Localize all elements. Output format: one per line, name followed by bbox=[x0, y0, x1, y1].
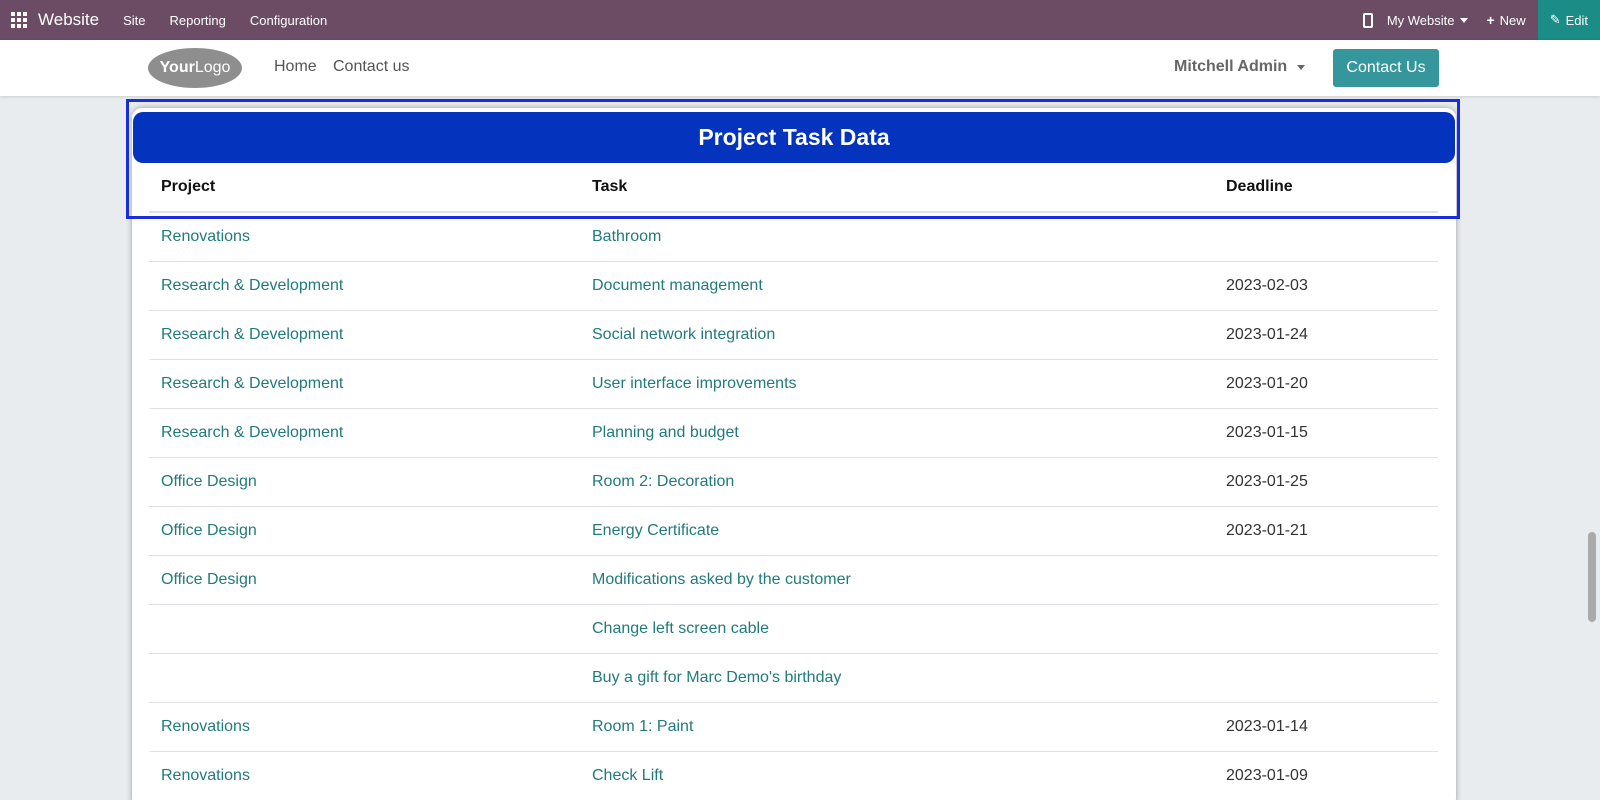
deadline-cell: 2023-01-20 bbox=[1214, 359, 1438, 409]
menu-site[interactable]: Site bbox=[111, 13, 157, 28]
task-cell[interactable]: Room 1: Paint bbox=[580, 702, 1214, 752]
project-cell[interactable]: Research & Development bbox=[149, 408, 580, 458]
contact-us-button[interactable]: Contact Us bbox=[1333, 49, 1439, 87]
project-cell[interactable]: Renovations bbox=[149, 212, 580, 262]
page-scrollbar[interactable] bbox=[1588, 532, 1596, 622]
table-row: Change left screen cable bbox=[149, 604, 1438, 654]
table-row: Research & Development User interface imp… bbox=[149, 359, 1438, 409]
task-cell[interactable]: Room 2: Decoration bbox=[580, 457, 1214, 507]
website-selector[interactable]: My Website bbox=[1387, 13, 1469, 28]
project-cell[interactable]: Office Design bbox=[149, 506, 580, 556]
plus-icon: + bbox=[1486, 12, 1495, 28]
task-table: Project Task Deadline Renovations Bathroo… bbox=[149, 163, 1438, 800]
project-cell bbox=[149, 604, 580, 654]
project-cell[interactable]: Research & Development bbox=[149, 310, 580, 360]
table-row: Office Design Energy Certificate 2023-01-2… bbox=[149, 506, 1438, 556]
deadline-cell bbox=[1214, 604, 1438, 654]
table-row: Office Design Room 2: Decoration 2023-01-2… bbox=[149, 457, 1438, 507]
deadline-cell: 2023-02-03 bbox=[1214, 261, 1438, 311]
card-title: Project Task Data bbox=[133, 112, 1455, 163]
table-row: Research & Development Social network int… bbox=[149, 310, 1438, 360]
column-header-deadline: Deadline bbox=[1214, 163, 1438, 213]
task-cell[interactable]: Modifications asked by the customer bbox=[580, 555, 1214, 605]
logo-text-bold: Your bbox=[159, 59, 195, 76]
project-task-card: Project Task Data Project Task Deadline … bbox=[132, 108, 1456, 800]
website-header: Your Logo Home Contact us Mitchell Admin … bbox=[0, 40, 1600, 96]
table-row: Research & Development Planning and budge… bbox=[149, 408, 1438, 458]
task-cell[interactable]: Bathroom bbox=[580, 212, 1214, 262]
project-cell[interactable]: Office Design bbox=[149, 457, 580, 507]
edit-button-label: Edit bbox=[1565, 12, 1588, 28]
deadline-cell: 2023-01-21 bbox=[1214, 506, 1438, 556]
deadline-cell: 2023-01-09 bbox=[1214, 751, 1438, 800]
deadline-cell: 2023-01-15 bbox=[1214, 408, 1438, 458]
deadline-cell bbox=[1214, 212, 1438, 262]
deadline-cell bbox=[1214, 653, 1438, 703]
project-cell[interactable]: Office Design bbox=[149, 555, 580, 605]
admin-navbar: Website Site Reporting Configuration My … bbox=[0, 0, 1600, 40]
project-cell[interactable]: Renovations bbox=[149, 702, 580, 752]
table-header-row: Project Task Deadline bbox=[149, 163, 1438, 213]
task-cell[interactable]: Planning and budget bbox=[580, 408, 1214, 458]
task-cell[interactable]: Social network integration bbox=[580, 310, 1214, 360]
table-row: Renovations Bathroom bbox=[149, 212, 1438, 262]
menu-configuration[interactable]: Configuration bbox=[238, 13, 339, 28]
table-row: Renovations Room 1: Paint 2023-01-14 bbox=[149, 702, 1438, 752]
project-cell bbox=[149, 653, 580, 703]
table-row: Renovations Check Lift 2023-01-09 bbox=[149, 751, 1438, 800]
site-logo[interactable]: Your Logo bbox=[148, 48, 242, 88]
project-cell[interactable]: Research & Development bbox=[149, 359, 580, 409]
deadline-cell: 2023-01-25 bbox=[1214, 457, 1438, 507]
deadline-cell: 2023-01-24 bbox=[1214, 310, 1438, 360]
task-cell[interactable]: Buy a gift for Marc Demo's birthday bbox=[580, 653, 1214, 703]
user-menu[interactable]: Mitchell Admin bbox=[1174, 58, 1306, 76]
table-row: Research & Development Document managemen… bbox=[149, 261, 1438, 311]
column-header-project: Project bbox=[149, 163, 580, 213]
menu-reporting[interactable]: Reporting bbox=[158, 13, 238, 28]
new-button-label: New bbox=[1499, 12, 1526, 28]
task-cell[interactable]: Check Lift bbox=[580, 751, 1214, 800]
table-row: Office Design Modifications asked by the … bbox=[149, 555, 1438, 605]
project-cell[interactable]: Renovations bbox=[149, 751, 580, 800]
logo-text: Logo bbox=[194, 59, 231, 76]
task-cell[interactable]: User interface improvements bbox=[580, 359, 1214, 409]
mobile-preview-icon[interactable] bbox=[1362, 12, 1373, 28]
new-button[interactable]: + New bbox=[1486, 12, 1525, 28]
user-name: Mitchell Admin bbox=[1174, 58, 1288, 75]
task-cell[interactable]: Energy Certificate bbox=[580, 506, 1214, 556]
deadline-cell: 2023-01-14 bbox=[1214, 702, 1438, 752]
deadline-cell bbox=[1214, 555, 1438, 605]
project-cell[interactable]: Research & Development bbox=[149, 261, 580, 311]
nav-home[interactable]: Home bbox=[274, 58, 317, 76]
apps-grid-icon[interactable] bbox=[0, 0, 38, 40]
edit-button[interactable]: ✎ Edit bbox=[1537, 0, 1600, 40]
caret-down-icon bbox=[1297, 64, 1306, 70]
nav-contact-us[interactable]: Contact us bbox=[333, 58, 409, 76]
caret-down-icon bbox=[1460, 17, 1469, 23]
pencil-icon: ✎ bbox=[1549, 12, 1561, 27]
table-row: Buy a gift for Marc Demo's birthday bbox=[149, 653, 1438, 703]
task-cell[interactable]: Document management bbox=[580, 261, 1214, 311]
task-cell[interactable]: Change left screen cable bbox=[580, 604, 1214, 654]
column-header-task: Task bbox=[580, 163, 1214, 213]
website-selector-label: My Website bbox=[1386, 12, 1455, 28]
app-name[interactable]: Website bbox=[38, 10, 99, 30]
